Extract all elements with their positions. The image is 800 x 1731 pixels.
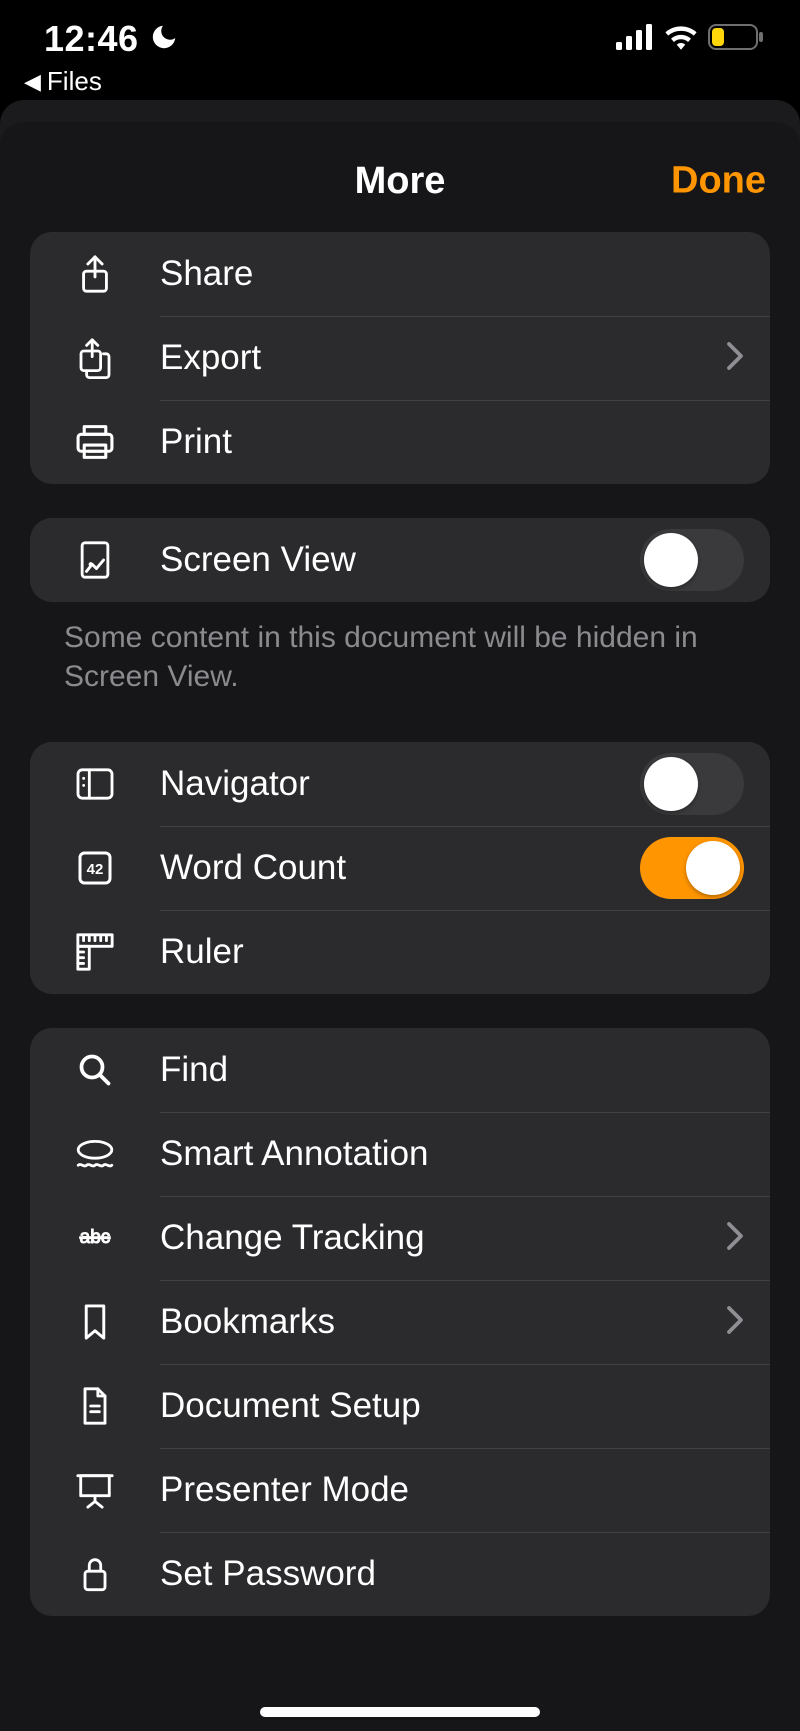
ruler-icon xyxy=(30,932,160,972)
word-count-label: Word Count xyxy=(160,848,640,888)
bookmark-icon xyxy=(30,1303,160,1341)
share-icon xyxy=(30,254,160,294)
document-setup-row[interactable]: Document Setup xyxy=(30,1364,770,1448)
more-sheet: More Done Share Export xyxy=(0,122,800,1731)
change-tracking-icon: abc xyxy=(30,1223,160,1253)
screen-view-row[interactable]: Screen View xyxy=(30,518,770,602)
screen-view-icon xyxy=(30,540,160,580)
find-label: Find xyxy=(160,1050,744,1090)
word-count-row[interactable]: 42 Word Count xyxy=(30,826,770,910)
presenter-mode-row[interactable]: Presenter Mode xyxy=(30,1448,770,1532)
smart-annotation-row[interactable]: Smart Annotation xyxy=(30,1112,770,1196)
share-row[interactable]: Share xyxy=(30,232,770,316)
export-row[interactable]: Export xyxy=(30,316,770,400)
moon-icon xyxy=(149,22,179,57)
word-count-toggle[interactable] xyxy=(640,837,744,899)
svg-text:abc: abc xyxy=(80,1227,111,1248)
navigator-label: Navigator xyxy=(160,764,640,804)
bookmarks-label: Bookmarks xyxy=(160,1302,726,1342)
status-bar: 12:46 xyxy=(0,0,800,60)
chevron-right-icon xyxy=(726,341,744,376)
ruler-row[interactable]: Ruler xyxy=(30,910,770,994)
navigator-icon xyxy=(30,767,160,801)
group-tools: Find Smart Annotation abc Change Trackin… xyxy=(30,1028,770,1616)
back-to-app[interactable]: ◀ Files xyxy=(0,60,800,97)
annotation-icon xyxy=(30,1137,160,1171)
print-label: Print xyxy=(160,422,744,462)
done-button[interactable]: Done xyxy=(671,160,766,203)
ruler-label: Ruler xyxy=(160,932,744,972)
back-app-label: Files xyxy=(47,66,102,97)
sheet-backdrop: More Done Share Export xyxy=(0,100,800,1731)
export-label: Export xyxy=(160,338,726,378)
group-screen-view: Screen View xyxy=(30,518,770,602)
sheet-header: More Done xyxy=(0,146,800,216)
navigator-toggle[interactable] xyxy=(640,753,744,815)
bookmarks-row[interactable]: Bookmarks xyxy=(30,1280,770,1364)
print-icon xyxy=(30,423,160,461)
search-icon xyxy=(30,1052,160,1088)
back-caret-icon: ◀ xyxy=(24,69,41,95)
document-setup-label: Document Setup xyxy=(160,1386,744,1426)
screen-view-label: Screen View xyxy=(160,540,640,580)
group-share-export-print: Share Export Print xyxy=(30,232,770,484)
screen-view-footnote: Some content in this document will be hi… xyxy=(30,618,770,696)
word-count-icon: 42 xyxy=(30,850,160,886)
group-view-options: Navigator 42 Word Count Ruler xyxy=(30,742,770,994)
change-tracking-row[interactable]: abc Change Tracking xyxy=(30,1196,770,1280)
lock-icon xyxy=(30,1554,160,1594)
screen-view-toggle[interactable] xyxy=(640,529,744,591)
document-icon xyxy=(30,1386,160,1426)
change-tracking-label: Change Tracking xyxy=(160,1218,726,1258)
chevron-right-icon xyxy=(726,1305,744,1340)
set-password-row[interactable]: Set Password xyxy=(30,1532,770,1616)
smart-annotation-label: Smart Annotation xyxy=(160,1134,744,1174)
share-label: Share xyxy=(160,254,744,294)
presenter-mode-label: Presenter Mode xyxy=(160,1470,744,1510)
home-indicator[interactable] xyxy=(260,1707,540,1717)
status-time: 12:46 xyxy=(44,18,139,60)
cellular-icon xyxy=(616,24,654,55)
set-password-label: Set Password xyxy=(160,1554,744,1594)
export-icon xyxy=(30,337,160,379)
svg-text:42: 42 xyxy=(87,861,104,878)
battery-icon xyxy=(708,24,764,55)
print-row[interactable]: Print xyxy=(30,400,770,484)
sheet-title: More xyxy=(355,160,446,203)
find-row[interactable]: Find xyxy=(30,1028,770,1112)
chevron-right-icon xyxy=(726,1221,744,1256)
wifi-icon xyxy=(664,24,698,55)
presenter-icon xyxy=(30,1470,160,1510)
navigator-row[interactable]: Navigator xyxy=(30,742,770,826)
